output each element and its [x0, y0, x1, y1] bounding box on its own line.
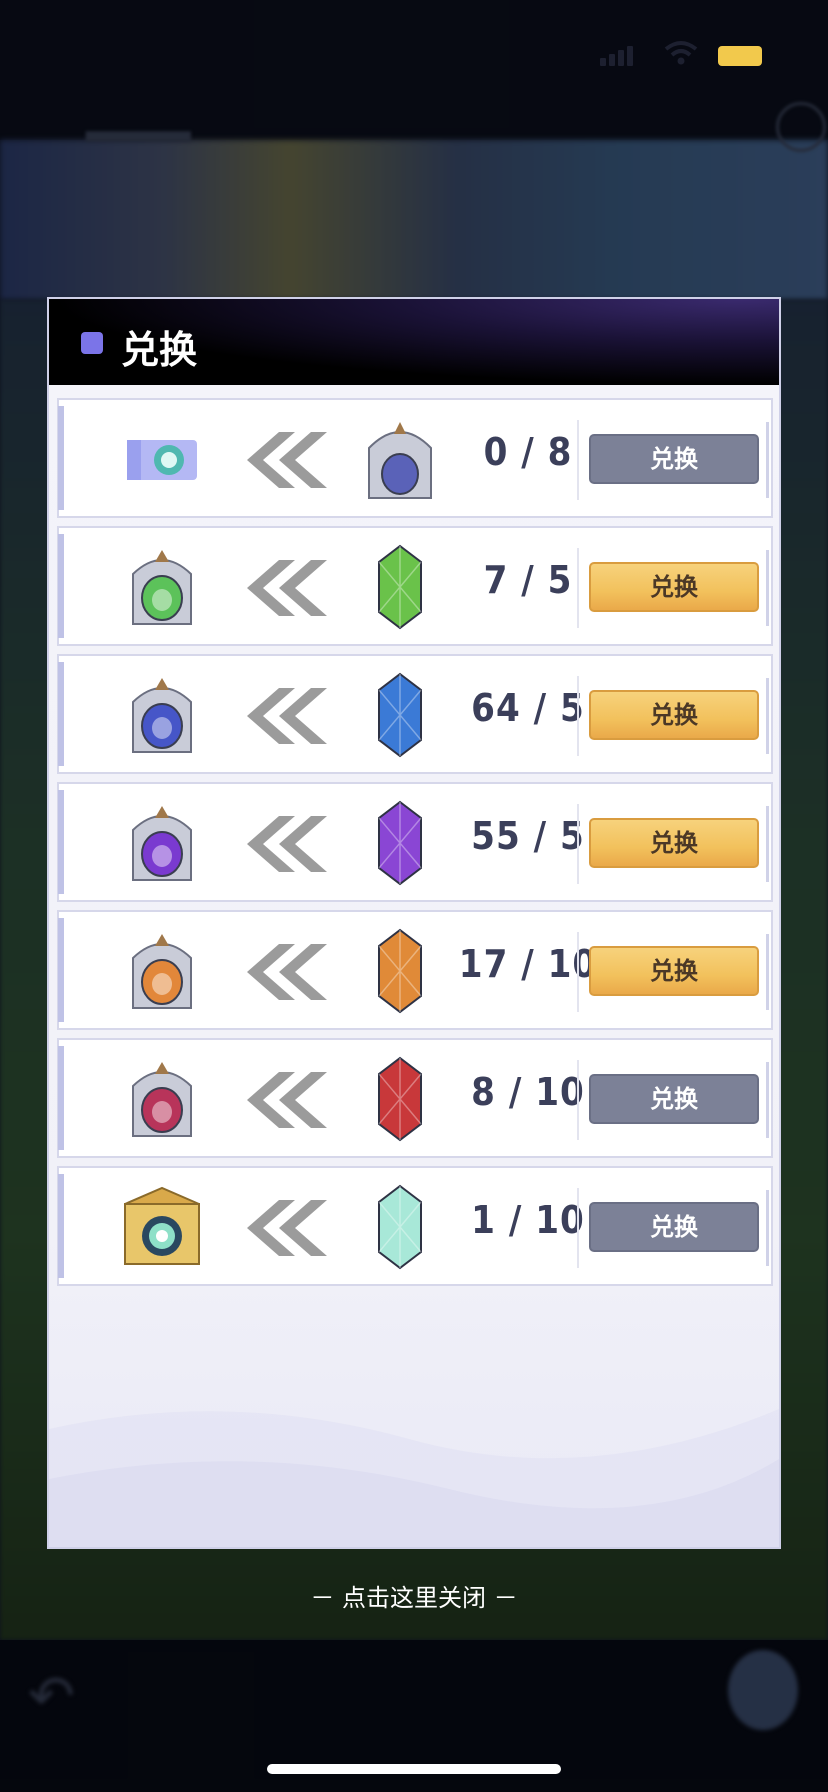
blue-gate-icon	[119, 672, 205, 758]
wifi-icon	[664, 40, 698, 66]
double-chevron-left-icon	[239, 1068, 329, 1132]
exchange-row: 7 / 5 兑换	[57, 526, 773, 646]
row-edge	[766, 422, 769, 498]
background-waves	[49, 1409, 779, 1547]
home-indicator[interactable]	[267, 1764, 561, 1774]
close-dialog-link[interactable]: － 点击这里关闭 －	[0, 1578, 828, 1613]
row-divider	[577, 1188, 579, 1268]
exchange-button[interactable]: 兑换	[589, 434, 759, 484]
green-crystal-icon	[365, 542, 435, 632]
exchange-count: 0 / 8	[483, 430, 573, 474]
exchange-button[interactable]: 兑换	[589, 562, 759, 612]
exchange-button[interactable]: 兑换	[589, 1074, 759, 1124]
dialog-title: 兑换	[121, 327, 198, 372]
exchange-row: 64 / 5 兑换	[57, 654, 773, 774]
row-divider	[577, 420, 579, 500]
double-chevron-left-icon	[239, 556, 329, 620]
battery-icon	[718, 46, 762, 66]
double-chevron-left-icon	[239, 684, 329, 748]
golden-gate-icon	[119, 1184, 205, 1270]
row-accent	[58, 662, 64, 766]
exchange-row: 17 / 10 兑换	[57, 910, 773, 1030]
row-accent	[58, 406, 64, 510]
exchange-count: 64 / 5	[471, 686, 585, 730]
row-accent	[58, 790, 64, 894]
exchange-row: 1 / 10 兑换	[57, 1166, 773, 1286]
exchange-count: 1 / 10	[471, 1198, 585, 1242]
double-chevron-left-icon	[239, 812, 329, 876]
exchange-button[interactable]: 兑换	[589, 690, 759, 740]
red-gate-icon	[119, 1056, 205, 1142]
exchange-button[interactable]: 兑换	[589, 1202, 759, 1252]
row-edge	[766, 934, 769, 1010]
row-accent	[58, 1174, 64, 1278]
row-divider	[577, 932, 579, 1012]
title-marker-icon	[81, 332, 103, 354]
exchange-count: 17 / 10	[458, 942, 598, 986]
row-edge	[766, 806, 769, 882]
row-divider	[577, 804, 579, 884]
red-crystal-icon	[365, 1054, 435, 1144]
row-divider	[577, 548, 579, 628]
exchange-row: 0 / 8 兑换	[57, 398, 773, 518]
orange-crystal-icon	[365, 926, 435, 1016]
green-gate-icon	[119, 544, 205, 630]
signal-icon	[600, 44, 640, 66]
exchange-list: 0 / 8 兑换 7 / 5 兑换 64 / 5 兑换 55 / 5 兑换 17…	[57, 398, 775, 1294]
row-accent	[58, 534, 64, 638]
ticket-camera-icon	[119, 416, 205, 502]
exchange-row: 8 / 10 兑换	[57, 1038, 773, 1158]
row-divider	[577, 1060, 579, 1140]
blue-crystal-icon	[365, 670, 435, 760]
rainbow-crystal-icon	[365, 1182, 435, 1272]
dialog-header: 兑换	[49, 299, 779, 385]
row-edge	[766, 1190, 769, 1266]
row-edge	[766, 678, 769, 754]
row-accent	[58, 918, 64, 1022]
exchange-count: 55 / 5	[471, 814, 585, 858]
row-divider	[577, 676, 579, 756]
silver-blue-gate-icon	[365, 414, 435, 504]
purple-gate-icon	[119, 800, 205, 886]
exchange-count: 8 / 10	[471, 1070, 585, 1114]
exchange-count: 7 / 5	[483, 558, 573, 602]
orange-gate-icon	[119, 928, 205, 1014]
purple-crystal-icon	[365, 798, 435, 888]
row-edge	[766, 1062, 769, 1138]
row-edge	[766, 550, 769, 626]
double-chevron-left-icon	[239, 940, 329, 1004]
exchange-button[interactable]: 兑换	[589, 946, 759, 996]
double-chevron-left-icon	[239, 1196, 329, 1260]
exchange-row: 55 / 5 兑换	[57, 782, 773, 902]
exchange-dialog: 兑换 0 / 8 兑换 7 / 5 兑换 64 / 5 兑换 55 / 5 兑换…	[47, 297, 781, 1549]
exchange-button[interactable]: 兑换	[589, 818, 759, 868]
row-accent	[58, 1046, 64, 1150]
double-chevron-left-icon	[239, 428, 329, 492]
